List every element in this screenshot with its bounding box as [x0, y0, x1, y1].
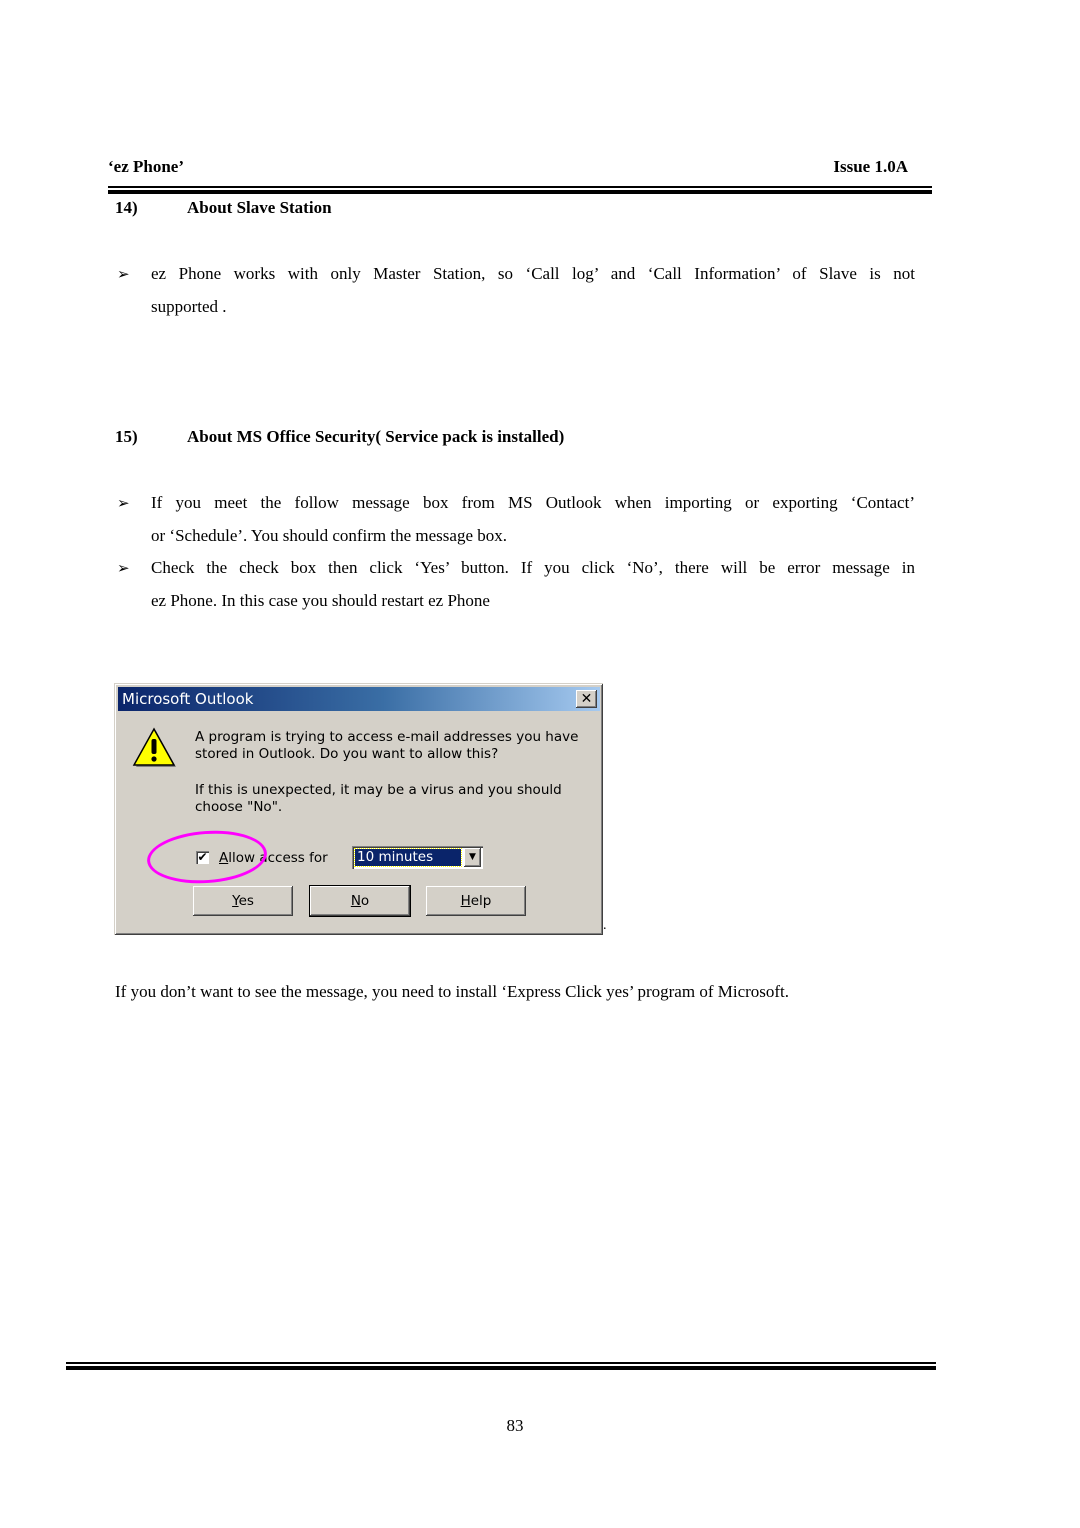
dialog-message-line: choose "No".: [195, 799, 283, 815]
bullet-arrow-icon: ➢: [117, 494, 130, 512]
help-button[interactable]: Help: [426, 886, 526, 916]
bullet-line: ez Phone. In this case you should restar…: [151, 591, 490, 610]
bullet-line: ez Phone works with only Master Station,…: [151, 264, 915, 283]
section-number: 14): [115, 198, 138, 217]
section-number: 15): [115, 427, 138, 446]
accelerator: N: [350, 893, 361, 909]
document-issue-label: Issue 1.0A: [833, 157, 908, 176]
bullet-line: or ‘Schedule’. You should confirm the me…: [151, 526, 508, 545]
bullet-line: Check the check box then click ‘Yes’ but…: [151, 558, 915, 577]
warning-icon: [132, 727, 176, 767]
dialog-message-line: A program is trying to access e-mail add…: [195, 729, 579, 745]
chevron-down-icon: ▼: [469, 852, 476, 862]
dialog-message-line: If this is unexpected, it may be a virus…: [195, 782, 562, 798]
dialog-message-line: stored in Outlook. Do you want to allow …: [195, 746, 499, 762]
header-rule-thick: [108, 190, 932, 194]
outlook-security-dialog: Microsoft Outlook ✕ A program is trying …: [114, 683, 603, 935]
footer-rule-thin: [66, 1362, 936, 1364]
accelerator: H: [460, 893, 471, 909]
section-15-heading: 15) About MS Office Security( Service pa…: [0, 427, 1080, 449]
document-header-title: ‘ez Phone’: [108, 157, 185, 176]
yes-button[interactable]: Yes: [193, 886, 293, 916]
bullet-line: If you meet the follow message box from …: [151, 493, 915, 512]
section-title: About Slave Station: [187, 198, 332, 217]
section-title: About MS Office Security( Service pack i…: [187, 427, 565, 446]
closing-paragraph: If you don’t want to see the message, yo…: [115, 982, 790, 1001]
selected-duration: 10 minutes: [354, 848, 462, 867]
section-14-heading: 14) About Slave Station: [0, 198, 1080, 220]
button-label: es: [238, 893, 254, 909]
access-duration-select[interactable]: 10 minutes ▼: [352, 846, 483, 869]
dialog-title: Microsoft Outlook: [122, 690, 254, 708]
dropdown-button[interactable]: ▼: [464, 848, 481, 867]
bullet-arrow-icon: ➢: [117, 265, 130, 283]
no-button[interactable]: No: [310, 886, 410, 916]
page-number: 83: [506, 1416, 524, 1435]
header-rule-thin: [108, 186, 932, 188]
trailing-period: .: [603, 918, 607, 933]
close-icon: ✕: [580, 691, 593, 707]
dialog-title-bar[interactable]: Microsoft Outlook ✕: [118, 687, 600, 711]
button-label: elp: [470, 893, 492, 909]
button-label: o: [360, 893, 370, 909]
bullet-line: supported .: [151, 297, 227, 316]
close-button[interactable]: ✕: [576, 690, 597, 708]
footer-rule-thick: [66, 1366, 936, 1370]
bullet-arrow-icon: ➢: [117, 559, 130, 577]
